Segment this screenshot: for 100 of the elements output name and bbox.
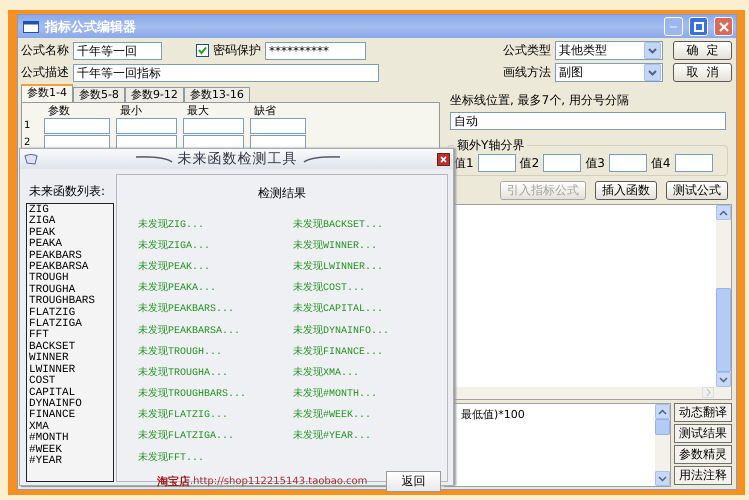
list-item[interactable]: ZIG <box>29 205 111 216</box>
column-header: 参数 <box>47 104 71 117</box>
column-header: 缺省 <box>253 104 277 117</box>
tool-button[interactable]: 插入函数 <box>595 181 657 200</box>
name-field[interactable]: 千年等一回 <box>73 42 162 60</box>
param-tab[interactable]: 参数9-12 <box>124 87 184 102</box>
description-field[interactable]: 千年等一回指标 <box>73 64 379 82</box>
value-label: 值2 <box>520 154 540 172</box>
list-item[interactable]: PEAKBARS <box>29 250 111 262</box>
value-field[interactable] <box>543 154 582 172</box>
value-field[interactable] <box>674 154 713 172</box>
list-item[interactable]: #YEAR <box>29 456 111 468</box>
scroll-up-button[interactable] <box>655 404 670 419</box>
window-title: 指标公式编辑器 <box>45 18 137 36</box>
scrollbar-thumb[interactable] <box>716 288 731 372</box>
shop-label: 淘宝店 <box>157 474 190 490</box>
result-text: 未发现#YEAR... <box>293 428 372 442</box>
close-button[interactable] <box>437 152 450 166</box>
list-item[interactable]: FINANCE <box>29 410 111 422</box>
window-icon <box>23 20 39 32</box>
list-item[interactable]: TROUGHBARS <box>29 296 111 308</box>
value-field[interactable] <box>608 154 647 172</box>
param-field[interactable] <box>44 118 110 134</box>
maximize-button[interactable] <box>689 17 708 36</box>
result-text: 未发现PEAKBARS... <box>138 302 236 316</box>
tool-button[interactable]: 测试公式 <box>666 181 728 200</box>
list-item[interactable]: TROUGHA <box>29 284 111 296</box>
list-item[interactable]: TROUGH <box>29 273 111 285</box>
scroll-right-button[interactable] <box>702 387 714 398</box>
list-item[interactable]: FLATZIG <box>29 308 111 320</box>
list-item[interactable]: FLATZIGA <box>29 319 111 330</box>
dialog-title: 未来函数检测工具 <box>178 150 298 168</box>
side-button[interactable]: 动态翻译 <box>674 403 732 422</box>
list-item[interactable]: PEAK <box>29 228 111 240</box>
param-tab[interactable]: 参数1-4 <box>21 84 73 102</box>
scroll-down-button[interactable] <box>655 471 670 486</box>
minimize-button[interactable] <box>664 17 683 36</box>
result-text: 未发现PEAKBARSA... <box>138 324 242 337</box>
password-checkbox[interactable] <box>196 44 209 57</box>
scrollbar-thumb[interactable] <box>655 419 670 435</box>
result-text: 未发现FLATZIG... <box>138 408 230 422</box>
result-text: 未发现ZIG... <box>138 218 206 231</box>
group-title: 额外Y轴分界 <box>456 137 526 154</box>
side-button[interactable]: 用法注释 <box>674 466 732 485</box>
value-field[interactable] <box>478 154 516 172</box>
type-dropdown[interactable]: 其他类型 <box>555 41 663 60</box>
param-field[interactable] <box>116 118 177 134</box>
vertical-scrollbar[interactable] <box>716 205 731 387</box>
comment-area[interactable]: 最低值)*100 <box>444 403 671 487</box>
field-label: 公式名称 <box>21 42 69 59</box>
shop-link[interactable]: .http://shop112215143.taobao.com <box>190 476 386 488</box>
result-text: 未发现ZIGA... <box>138 238 212 252</box>
result-text: 未发现PEAKA... <box>138 280 218 294</box>
list-item[interactable]: #MONTH <box>29 433 111 445</box>
checkbox-label: 密码保护 <box>213 42 261 59</box>
list-item[interactable]: COST <box>29 376 111 388</box>
title-ornament <box>302 155 342 163</box>
list-item[interactable]: BACKSET <box>29 342 111 354</box>
side-button[interactable]: 参数精灵 <box>674 445 732 464</box>
field-label: 公式类型 <box>503 42 551 59</box>
results-title: 检测结果 <box>257 185 307 202</box>
column-header: 最大 <box>186 104 210 117</box>
list-item[interactable]: FFT <box>29 330 111 342</box>
result-text: 未发现FINANCE... <box>293 344 384 358</box>
caret-icon <box>644 42 661 59</box>
maximize-icon <box>694 22 704 32</box>
result-text: 未发现DYNAINFO... <box>293 324 390 337</box>
close-icon <box>718 22 728 32</box>
axis-field[interactable]: 自动 <box>450 112 726 130</box>
dialog-icon <box>24 153 38 165</box>
ok-button[interactable]: 确 定 <box>673 41 732 60</box>
password-field[interactable]: ********** <box>265 42 366 60</box>
side-button[interactable]: 测试结果 <box>674 424 732 443</box>
list-item[interactable]: ZIGA <box>29 216 111 228</box>
cancel-button[interactable]: 取 消 <box>673 63 732 82</box>
result-text: 未发现#MONTH... <box>293 386 378 400</box>
list-item[interactable]: WINNER <box>29 353 111 365</box>
list-item[interactable]: PEAKBARSA <box>29 262 111 274</box>
param-tab[interactable]: 参数13-16 <box>184 87 250 102</box>
list-item[interactable]: LWINNER <box>29 364 111 376</box>
result-text: 未发现CAPITAL... <box>293 302 384 316</box>
comment-text: 最低值)*100 <box>461 407 525 422</box>
param-tab[interactable]: 参数5-8 <box>72 87 125 102</box>
list-item[interactable]: CAPITAL <box>29 388 111 399</box>
list-item[interactable]: PEAKA <box>29 239 111 251</box>
list-item[interactable]: DYNAINFO <box>29 398 111 410</box>
param-field[interactable] <box>250 118 306 134</box>
param-field[interactable] <box>183 118 244 134</box>
back-button[interactable]: 返回 <box>386 471 441 492</box>
list-item[interactable]: XMA <box>29 422 111 434</box>
comment-scrollbar[interactable] <box>655 404 670 486</box>
result-text: 未发现BACKSET... <box>293 218 384 231</box>
list-item[interactable]: #WEEK <box>29 444 111 456</box>
result-text: 未发现COST... <box>293 280 366 294</box>
scroll-down-button[interactable] <box>716 372 731 387</box>
caret-icon <box>644 64 661 81</box>
result-text: 未发现TROUGH... <box>138 344 224 358</box>
draw-method-dropdown[interactable]: 副图 <box>555 63 663 82</box>
close-icon <box>440 156 447 162</box>
scroll-up-button[interactable] <box>716 205 731 220</box>
